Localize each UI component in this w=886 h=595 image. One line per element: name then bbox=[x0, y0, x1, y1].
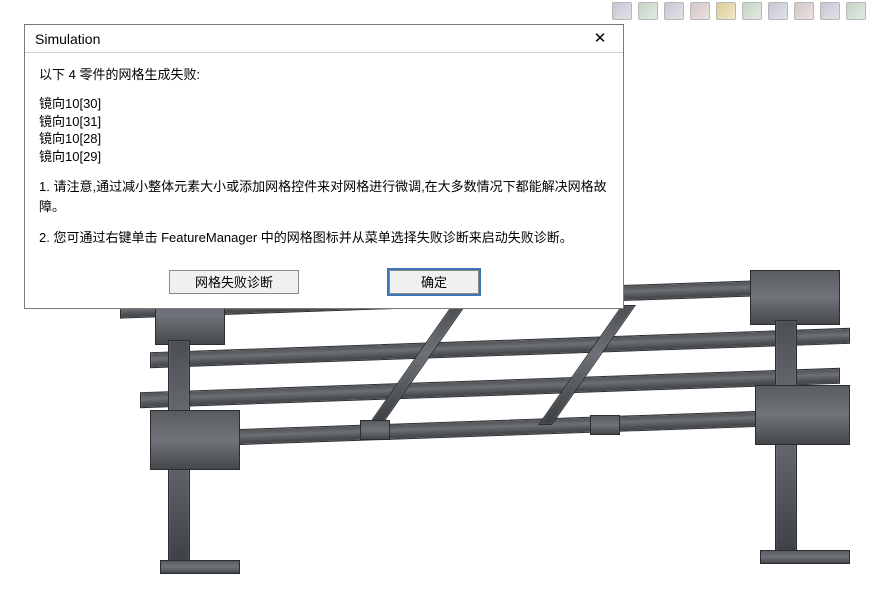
dialog-title: Simulation bbox=[35, 31, 100, 47]
tb-icon-4[interactable] bbox=[690, 2, 710, 20]
failed-parts-list: 镜向10[30] 镜向10[31] 镜向10[28] 镜向10[29] bbox=[39, 95, 609, 165]
tb-icon-9[interactable] bbox=[820, 2, 840, 20]
message-heading: 以下 4 零件的网格生成失败: bbox=[39, 65, 609, 85]
dialog-button-row: 网格失败诊断 确定 bbox=[25, 264, 623, 308]
close-button[interactable]: ✕ bbox=[583, 28, 617, 50]
failed-part: 镜向10[31] bbox=[39, 113, 609, 131]
failed-part: 镜向10[29] bbox=[39, 148, 609, 166]
tb-icon-7[interactable] bbox=[768, 2, 788, 20]
tb-icon-2[interactable] bbox=[638, 2, 658, 20]
failed-part: 镜向10[28] bbox=[39, 130, 609, 148]
mesh-failure-diagnose-button[interactable]: 网格失败诊断 bbox=[169, 270, 299, 294]
close-icon: ✕ bbox=[594, 31, 607, 46]
note-1: 1. 请注意,通过减小整体元素大小或添加网格控件来对网格进行微调,在大多数情况下… bbox=[39, 177, 609, 217]
top-toolbar bbox=[612, 0, 866, 22]
tb-icon-5[interactable] bbox=[716, 2, 736, 20]
simulation-dialog: Simulation ✕ 以下 4 零件的网格生成失败: 镜向10[30] 镜向… bbox=[24, 24, 624, 309]
dialog-titlebar[interactable]: Simulation ✕ bbox=[25, 25, 623, 53]
tb-icon-1[interactable] bbox=[612, 2, 632, 20]
tb-icon-3[interactable] bbox=[664, 2, 684, 20]
tb-icon-10[interactable] bbox=[846, 2, 866, 20]
cad-model bbox=[110, 270, 870, 590]
failed-part: 镜向10[30] bbox=[39, 95, 609, 113]
note-2: 2. 您可通过右键单击 FeatureManager 中的网格图标并从菜单选择失… bbox=[39, 228, 609, 248]
ok-button[interactable]: 确定 bbox=[389, 270, 479, 294]
tb-icon-6[interactable] bbox=[742, 2, 762, 20]
tb-icon-8[interactable] bbox=[794, 2, 814, 20]
dialog-body: 以下 4 零件的网格生成失败: 镜向10[30] 镜向10[31] 镜向10[2… bbox=[25, 53, 623, 264]
